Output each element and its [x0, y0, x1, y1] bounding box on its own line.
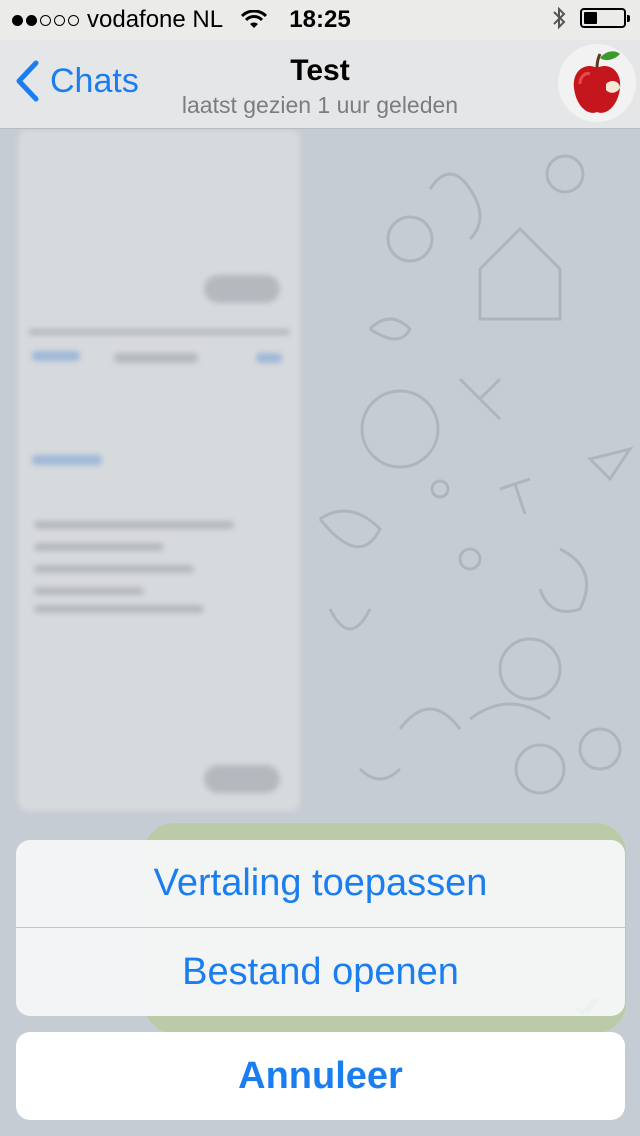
blurred-line [34, 587, 144, 595]
blurred-line [204, 765, 280, 793]
blurred-line [114, 353, 198, 363]
last-seen-status: laatst gezien 1 uur geleden [181, 92, 459, 118]
blurred-line [32, 351, 80, 361]
action-sheet: Vertaling toepassen Bestand openen [16, 840, 625, 1016]
bluetooth-icon [553, 6, 566, 30]
blurred-line [256, 353, 282, 363]
apple-avatar-icon [558, 44, 636, 122]
blurred-line [32, 455, 102, 465]
open-file-button[interactable]: Bestand openen [16, 927, 625, 1016]
cancel-button[interactable]: Annuleer [16, 1032, 625, 1120]
blurred-line [34, 543, 164, 551]
blurred-line [28, 329, 290, 335]
navigation-bar: Chats Test laatst gezien 1 uur geleden [0, 40, 640, 129]
apply-translation-button[interactable]: Vertaling toepassen [16, 840, 625, 927]
avatar[interactable] [558, 44, 636, 122]
image-message[interactable] [18, 129, 300, 811]
clock: 18:25 [289, 6, 351, 33]
status-right [552, 6, 630, 30]
blurred-line [204, 275, 280, 303]
battery-level [584, 12, 597, 24]
blurred-line [34, 605, 204, 613]
chat-title: Test [290, 54, 350, 87]
blurred-line [34, 565, 194, 573]
battery-icon [580, 8, 630, 28]
status-bar: vodafone NL 18:25 [0, 0, 640, 40]
blurred-line [34, 521, 234, 529]
